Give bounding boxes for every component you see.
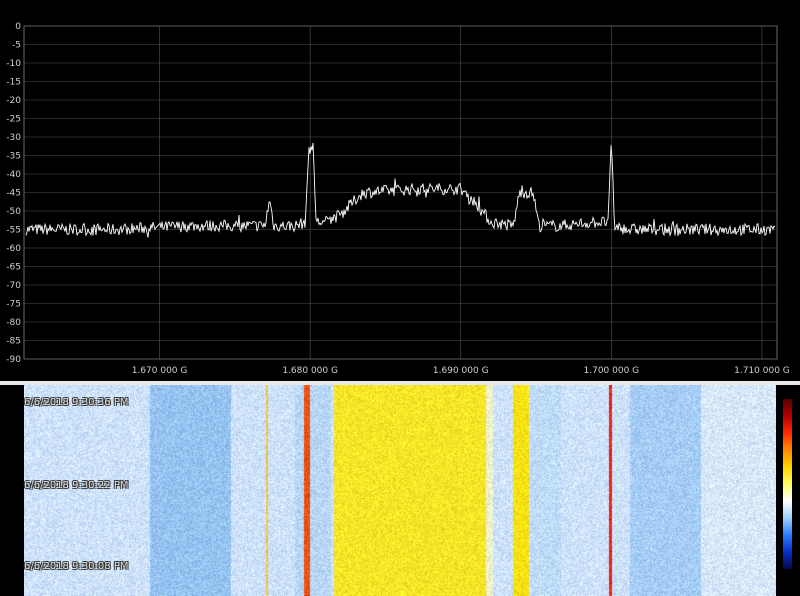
spectrum-chart: 0 -5 -10 -15 -20 -25 -30 -35 -40 -45 -50 -55 -60 -65 -… [6,22,790,376]
timestamp-label: 6/6/2018 9:30:08 PM [24,561,129,572]
x-tick-label: 1.670 000 G [132,366,188,376]
timestamp-label: 6/6/2018 9:30:36 PM [24,397,129,408]
x-tick-label: 1.710 000 G [734,366,790,376]
y-tick-label: -75 [6,300,21,310]
color-scale-bar [783,399,792,569]
x-tick-label: 1.680 000 G [282,366,338,376]
timestamp-label: 6/6/2018 9:30:22 PM [24,480,129,491]
y-tick-label: 0 [15,22,21,32]
spectrum-plot[interactable]: 0 -5 -10 -15 -20 -25 -30 -35 -40 -45 -50 -55 -60 -65 -… [0,0,800,384]
x-tick-label: 1.690 000 G [433,366,489,376]
y-tick-label: -10 [6,59,21,69]
y-tick-label: -30 [6,133,21,143]
y-tick-label: -50 [6,207,21,217]
y-tick-label: -35 [6,152,21,162]
x-tick-label: 1.700 000 G [584,366,640,376]
y-tick-label: -45 [6,189,21,199]
y-tick-label: -65 [6,263,21,273]
y-tick-label: -55 [6,226,21,236]
y-tick-label: -40 [6,170,21,180]
y-tick-label: -80 [6,318,21,328]
spectrum-trace [25,142,776,238]
y-tick-label: -25 [6,115,21,125]
waterfall-display[interactable]: 6/6/2018 9:30:36 PM 6/6/2018 9:30:22 PM … [0,385,800,596]
waterfall-heatmap[interactable] [24,385,776,596]
y-tick-label: -20 [6,96,21,106]
y-tick-label: -85 [6,337,21,347]
y-tick-label: -5 [12,41,21,51]
y-tick-label: -15 [6,78,21,88]
y-tick-label: -60 [6,244,21,254]
y-tick-label: -70 [6,281,21,291]
y-tick-label: -90 [6,355,21,365]
